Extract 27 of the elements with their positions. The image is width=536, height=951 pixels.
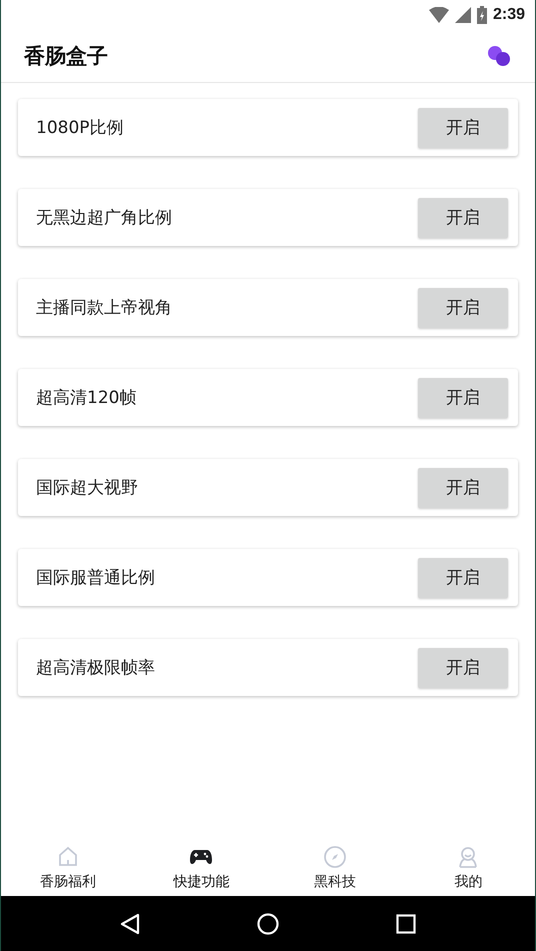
option-label: 主播同款上帝视角 <box>36 297 172 319</box>
option-label: 无黑边超广角比例 <box>36 207 172 229</box>
enable-button[interactable]: 开启 <box>418 198 508 238</box>
home-button-icon[interactable] <box>256 912 279 934</box>
enable-button[interactable]: 开启 <box>418 648 508 688</box>
enable-button[interactable]: 开启 <box>418 468 508 508</box>
app-logo-icon[interactable] <box>487 45 511 67</box>
enable-button[interactable]: 开启 <box>418 558 508 598</box>
nav-tab[interactable]: 快捷功能 <box>173 873 230 891</box>
option-label: 国际超大视野 <box>36 477 138 499</box>
option-label: 国际服普通比例 <box>36 567 155 589</box>
app-title: 香肠盒子 <box>24 43 108 70</box>
option-label: 1080P比例 <box>36 117 124 139</box>
status-time: 2:39 <box>492 6 525 24</box>
recents-icon[interactable] <box>396 914 416 934</box>
signal-icon <box>454 7 471 23</box>
nav-tab[interactable]: 黑科技 <box>314 873 356 891</box>
back-icon[interactable] <box>120 912 140 934</box>
nav-tab[interactable]: 我的 <box>454 873 482 891</box>
option-label: 超高清120帧 <box>36 387 136 409</box>
option-label: 超高清极限帧率 <box>36 657 155 679</box>
wifi-icon <box>428 7 449 23</box>
nav-tab[interactable]: 香肠福利 <box>40 873 96 891</box>
enable-button[interactable]: 开启 <box>418 108 508 148</box>
battery-icon <box>476 6 487 24</box>
enable-button[interactable]: 开启 <box>418 378 508 418</box>
enable-button[interactable]: 开启 <box>418 288 508 328</box>
